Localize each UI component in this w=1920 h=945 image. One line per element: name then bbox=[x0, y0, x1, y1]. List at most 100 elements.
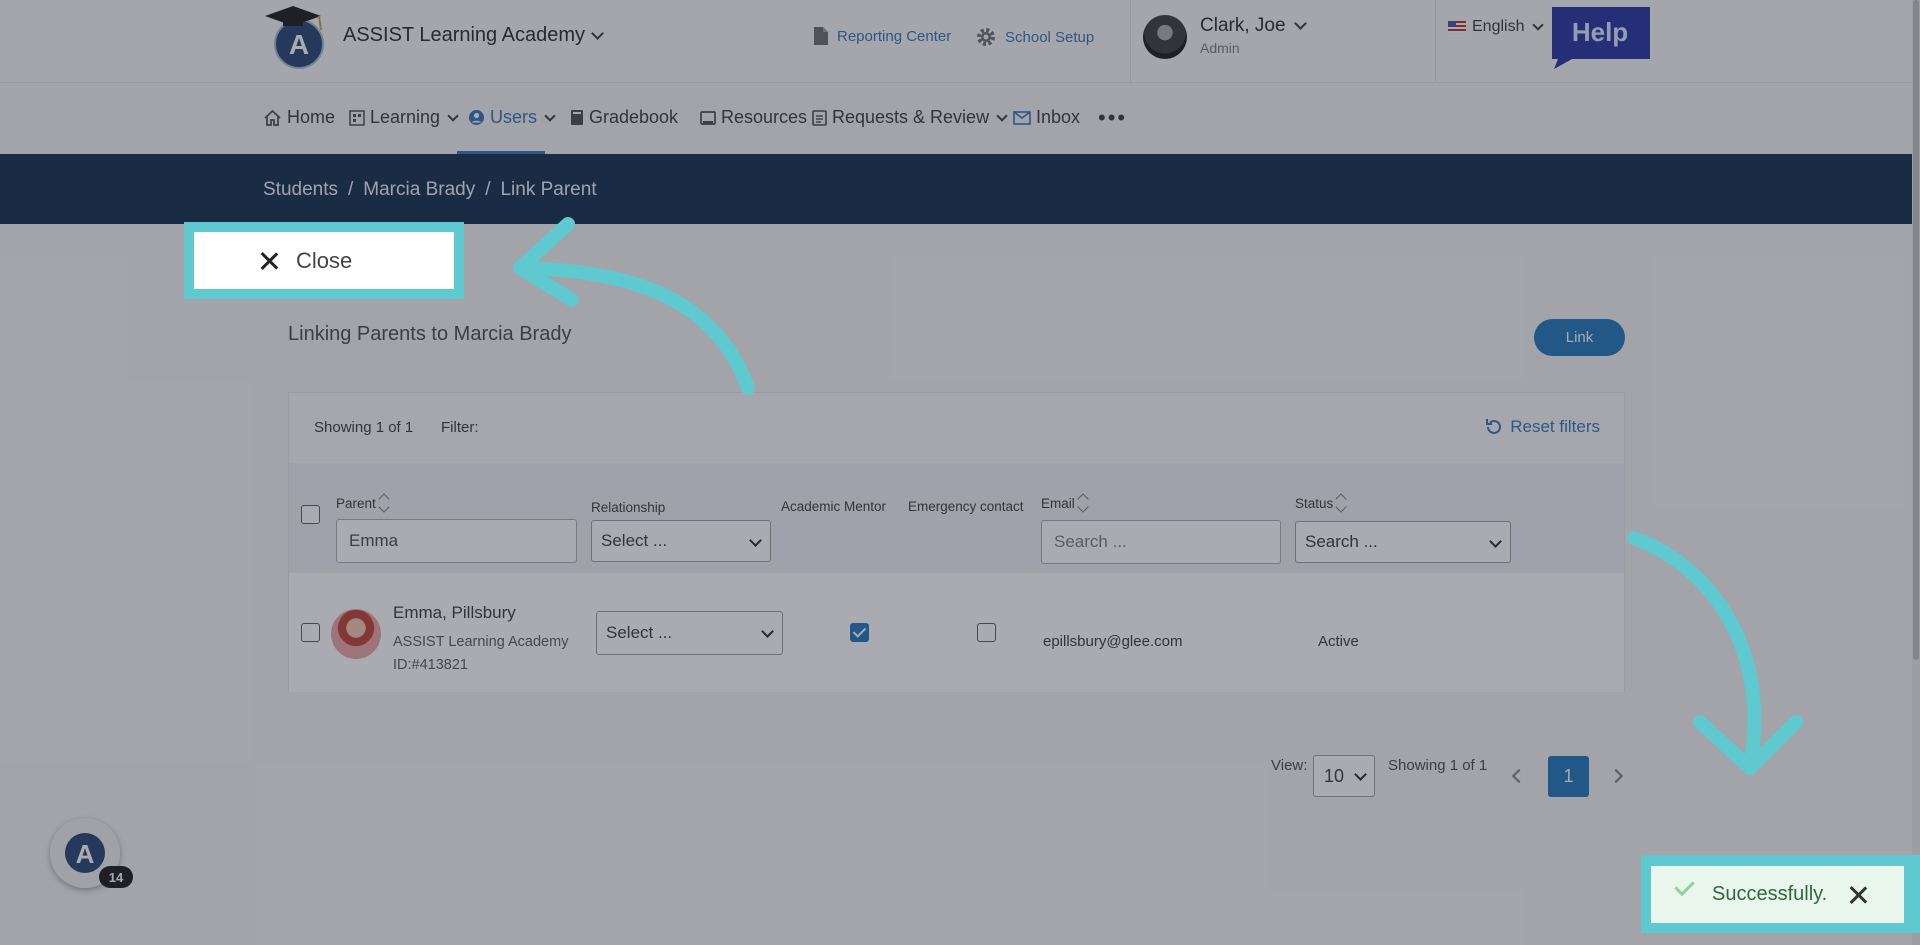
chevron-down-icon bbox=[447, 109, 459, 122]
nav-learning-label: Learning bbox=[370, 107, 441, 127]
chevron-down-icon bbox=[1532, 19, 1545, 31]
nav-users[interactable]: Users bbox=[468, 107, 558, 128]
column-relationship-label: Relationship bbox=[591, 500, 666, 515]
user-role: Admin bbox=[1200, 40, 1240, 56]
header-divider bbox=[1130, 0, 1131, 82]
document-icon bbox=[814, 27, 828, 45]
breadcrumb-current: Link Parent bbox=[500, 179, 597, 200]
chevron-down-icon bbox=[1293, 17, 1307, 30]
breadcrumb-student[interactable]: Marcia Brady bbox=[363, 179, 475, 201]
school-setup-label: School Setup bbox=[1005, 28, 1095, 46]
column-parent[interactable]: Parent bbox=[336, 493, 390, 513]
nav-requests-review-label: Requests & Review bbox=[832, 107, 990, 127]
nav-inbox-label: Inbox bbox=[1036, 107, 1081, 127]
school-setup-link[interactable]: School Setup bbox=[975, 26, 1094, 48]
breadcrumb-separator: / bbox=[485, 179, 491, 200]
page-size-select[interactable]: 10 bbox=[1313, 755, 1375, 797]
link-button[interactable]: Link bbox=[1534, 319, 1625, 356]
email-filter-input[interactable]: Search ... bbox=[1041, 520, 1281, 564]
chevron-down-icon bbox=[544, 109, 556, 122]
select-all-checkbox[interactable] bbox=[301, 505, 320, 524]
scrollbar-thumb[interactable] bbox=[1913, 0, 1919, 660]
table-header: Parent Relationship Academic Mentor Emer… bbox=[289, 463, 1624, 573]
notification-badge: 14 bbox=[99, 866, 133, 888]
view-label: View: bbox=[1271, 757, 1308, 774]
nav-learning[interactable]: Learning bbox=[349, 107, 461, 128]
school-logo-icon[interactable]: A bbox=[263, 2, 331, 72]
close-icon bbox=[260, 252, 278, 270]
nav-requests-review[interactable]: Requests & Review bbox=[812, 107, 1010, 128]
column-status[interactable]: Status bbox=[1295, 493, 1347, 513]
column-email-label: Email bbox=[1041, 495, 1075, 511]
reporting-center-label: Reporting Center bbox=[837, 27, 952, 45]
more-menu-icon[interactable]: ••• bbox=[1098, 105, 1127, 131]
table-toolbar: Showing 1 of 1 Filter: Reset filters bbox=[289, 393, 1624, 463]
nav-gradebook[interactable]: Gradebook bbox=[570, 107, 678, 128]
pagination-showing: Showing 1 of 1 bbox=[1388, 757, 1488, 774]
column-email[interactable]: Email bbox=[1041, 493, 1089, 513]
close-icon[interactable] bbox=[1849, 886, 1867, 904]
user-menu[interactable]: Clark, Joe bbox=[1200, 15, 1307, 37]
parent-email: epillsbury@glee.com bbox=[1043, 633, 1183, 650]
home-icon bbox=[264, 109, 281, 126]
relationship-filter-select[interactable]: Select ... bbox=[591, 520, 771, 562]
nav-home[interactable]: Home bbox=[263, 107, 335, 128]
nav-users-label: Users bbox=[490, 107, 538, 127]
page-button-current[interactable]: 1 bbox=[1548, 756, 1589, 797]
sort-icon[interactable] bbox=[378, 493, 390, 513]
column-parent-label: Parent bbox=[336, 495, 376, 511]
breadcrumb-separator: / bbox=[348, 179, 354, 200]
reset-icon bbox=[1486, 419, 1502, 434]
relationship-select[interactable]: Select ... bbox=[596, 611, 783, 655]
page-title: Linking Parents to Marcia Brady bbox=[288, 323, 572, 345]
header-divider bbox=[1435, 0, 1436, 82]
breadcrumb-bar: Students / Marcia Brady / Link Parent bbox=[0, 154, 1920, 224]
parent-filter-input[interactable]: Emma bbox=[336, 519, 577, 563]
folder-icon bbox=[700, 110, 716, 125]
success-toast: Successfully. bbox=[1651, 866, 1904, 923]
parent-id: ID:#413821 bbox=[393, 657, 468, 673]
close-button[interactable]: Close bbox=[194, 232, 454, 289]
user-avatar[interactable] bbox=[1143, 15, 1187, 59]
table-row: Emma, Pillsbury ASSIST Learning Academy … bbox=[289, 573, 1624, 692]
parent-status: Active bbox=[1318, 633, 1359, 650]
column-academic-mentor-label: Academic Mentor bbox=[781, 499, 887, 514]
gear-icon bbox=[977, 28, 995, 46]
reset-filters-button[interactable]: Reset filters bbox=[1485, 417, 1600, 437]
nav-home-label: Home bbox=[287, 107, 336, 127]
grid-icon bbox=[349, 109, 365, 126]
emergency-contact-checkbox[interactable] bbox=[977, 623, 996, 642]
book-icon bbox=[571, 110, 583, 125]
reporting-center-link[interactable]: Reporting Center bbox=[813, 26, 951, 46]
nav-resources-label: Resources bbox=[721, 107, 808, 127]
mail-icon bbox=[1013, 110, 1031, 125]
sort-icon[interactable] bbox=[1335, 493, 1347, 513]
main-nav: Home Learning Users Gradebook Resources … bbox=[0, 82, 1920, 154]
column-status-label: Status bbox=[1295, 495, 1334, 511]
column-relationship: Relationship bbox=[591, 500, 665, 515]
school-name: ASSIST Learning Academy bbox=[343, 24, 585, 46]
academic-mentor-checkbox[interactable] bbox=[850, 623, 869, 642]
chevron-down-icon bbox=[996, 109, 1008, 122]
status-filter-select[interactable]: Search ... bbox=[1295, 521, 1511, 563]
breadcrumb: Students / Marcia Brady / Link Parent bbox=[263, 179, 597, 201]
column-academic-mentor: Academic Mentor bbox=[781, 499, 886, 514]
column-emergency-contact-label: Emergency contact bbox=[908, 499, 1024, 514]
school-switcher[interactable]: ASSIST Learning Academy bbox=[343, 24, 604, 47]
clipboard-icon bbox=[812, 110, 827, 126]
breadcrumb-students[interactable]: Students bbox=[263, 179, 338, 201]
sort-icon[interactable] bbox=[1077, 493, 1089, 513]
language-selector[interactable]: English bbox=[1448, 18, 1546, 36]
parent-avatar bbox=[331, 609, 381, 659]
nav-resources[interactable]: Resources bbox=[700, 107, 807, 128]
reset-filters-label: Reset filters bbox=[1510, 417, 1600, 436]
nav-inbox[interactable]: Inbox bbox=[1013, 107, 1080, 128]
filter-label: Filter: bbox=[441, 419, 479, 436]
parent-school: ASSIST Learning Academy bbox=[393, 634, 569, 650]
parent-name[interactable]: Emma, Pillsbury bbox=[393, 603, 516, 623]
column-emergency-contact: Emergency contact bbox=[908, 499, 1024, 514]
row-select-checkbox[interactable] bbox=[301, 623, 320, 642]
svg-text:A: A bbox=[76, 839, 95, 869]
user-circle-icon bbox=[469, 110, 484, 125]
help-button[interactable]: Help bbox=[1550, 5, 1650, 69]
